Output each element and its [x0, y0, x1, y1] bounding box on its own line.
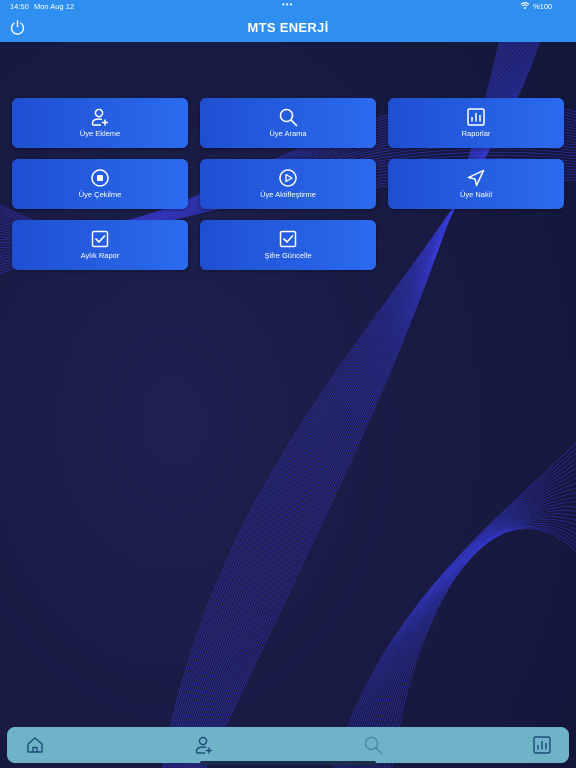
withdraw-member-button[interactable]: Üye Çekilme — [12, 159, 188, 209]
checkbox-icon — [91, 230, 109, 248]
wifi-icon — [520, 2, 530, 9]
reports-button[interactable]: Raporlar — [388, 98, 564, 148]
app-header: MTS ENERJİ — [0, 12, 576, 42]
report-chart-icon — [467, 108, 485, 126]
battery-level: %100 — [533, 2, 553, 11]
update-password-label: Şifre Güncelle — [264, 251, 312, 260]
activate-member-button[interactable]: Üye Aktifleştirme — [200, 159, 376, 209]
tab-bar — [7, 727, 569, 763]
status-bar: 14:50 Mon Aug 12 ••• %100 — [0, 0, 576, 12]
status-date: Mon Aug 12 — [34, 2, 75, 11]
reports-label: Raporlar — [461, 129, 491, 138]
status-time: 14:50 — [10, 2, 29, 11]
withdraw-member-label: Üye Çekilme — [78, 190, 122, 199]
stop-circle-icon — [91, 169, 109, 187]
multitask-dots[interactable]: ••• — [282, 0, 293, 9]
monthly-report-button[interactable]: Aylık Rapor — [12, 220, 188, 270]
add-member-button[interactable]: Üye Ekleme — [12, 98, 188, 148]
checkbox-icon — [279, 230, 297, 248]
transfer-member-button[interactable]: Üye Nakil — [388, 159, 564, 209]
play-circle-icon — [279, 169, 297, 187]
add-user-icon[interactable] — [194, 735, 214, 755]
update-password-button[interactable]: Şifre Güncelle — [200, 220, 376, 270]
monthly-report-label: Aylık Rapor — [80, 251, 120, 260]
home-indicator — [200, 761, 376, 765]
search-member-label: Üye Arama — [269, 129, 307, 138]
search-member-button[interactable]: Üye Arama — [200, 98, 376, 148]
search-icon[interactable] — [363, 735, 383, 755]
transfer-member-label: Üye Nakil — [459, 190, 493, 199]
page-title: MTS ENERJİ — [247, 20, 329, 35]
report-chart-icon[interactable] — [532, 735, 552, 755]
add-member-label: Üye Ekleme — [79, 129, 121, 138]
activate-member-label: Üye Aktifleştirme — [260, 190, 316, 199]
add-user-icon — [91, 108, 108, 126]
search-icon — [279, 108, 298, 127]
navigation-arrow-icon — [467, 169, 485, 187]
home-icon[interactable] — [25, 735, 45, 755]
